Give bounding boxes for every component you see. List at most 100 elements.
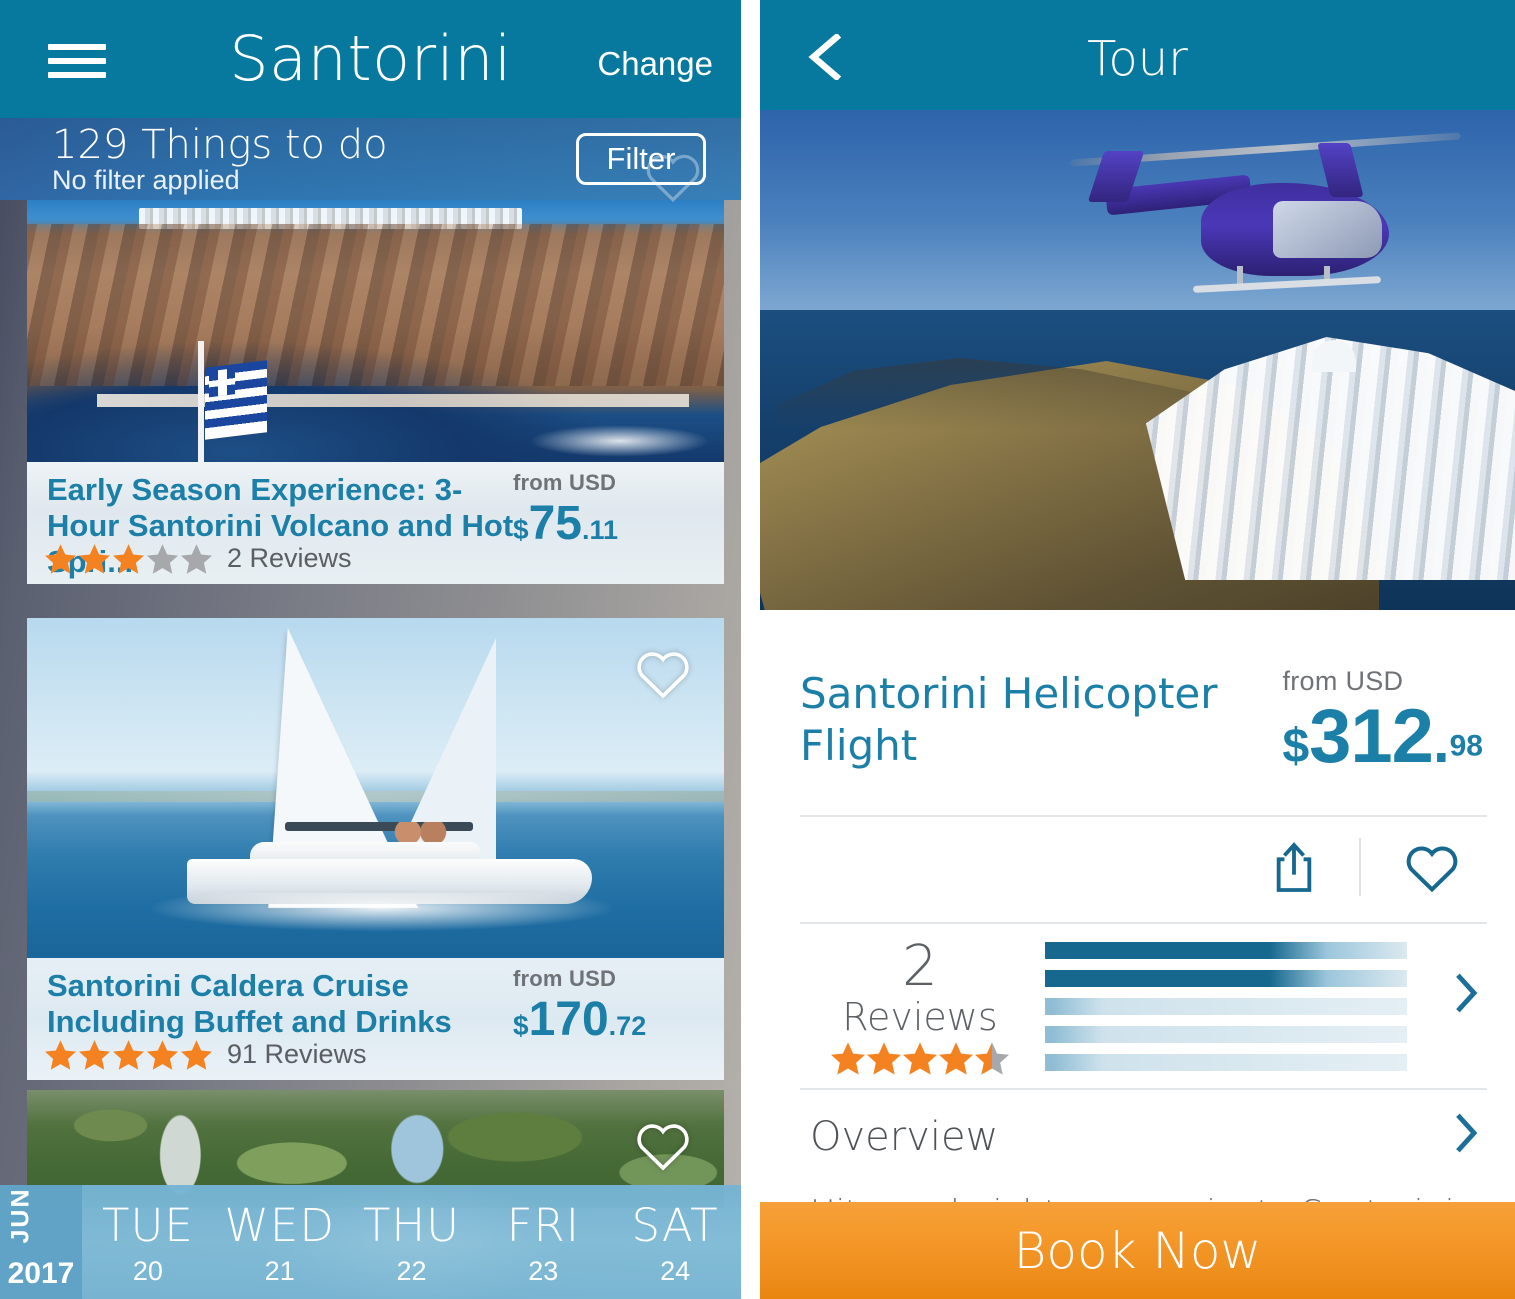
product-currency: $	[1282, 720, 1310, 773]
heart-outline-icon[interactable]	[634, 646, 692, 700]
reviews-summary-row[interactable]: 2 Reviews	[800, 922, 1487, 1075]
card-price-cents: .72	[608, 1011, 647, 1041]
product-price-amount: 312	[1309, 694, 1434, 779]
month-year-column: JUN 2017	[0, 1185, 82, 1299]
share-icon[interactable]	[1271, 840, 1317, 894]
rating-bar	[1045, 970, 1407, 987]
product-price-dot: .	[1432, 708, 1450, 775]
overview-label: Overview	[810, 1114, 999, 1160]
star-icon	[831, 1042, 865, 1075]
product-price-cents: 98	[1449, 729, 1483, 763]
book-now-label: Book Now	[1013, 1221, 1262, 1280]
things-to-do-subbar: 129 Things to do No filter applied Filte…	[0, 118, 741, 203]
card-price: from USD $170.72	[513, 966, 708, 1044]
rating-bar	[1045, 1026, 1407, 1043]
card-price: from USD $75.11	[513, 470, 708, 548]
tour-header-bar: Tour	[760, 0, 1515, 110]
card-info: Santorini Caldera Cruise Including Buffe…	[27, 958, 724, 1080]
change-destination-button[interactable]: Change	[597, 45, 713, 83]
product-title: Santorini Helicopter Flight	[800, 669, 1218, 770]
star-icon	[181, 1039, 212, 1070]
day-name: SAT	[631, 1199, 719, 1252]
star-icon	[79, 1039, 110, 1070]
card-price-cents: .11	[581, 515, 619, 545]
star-half-icon	[975, 1042, 1009, 1075]
list-item[interactable]: Santorini Caldera Cruise Including Buffe…	[27, 618, 724, 1080]
app-screenshot: Santorini Change 129 Things to do No fil…	[0, 0, 1515, 1299]
star-icon	[45, 543, 76, 574]
left-panel-things-to-do: Santorini Change 129 Things to do No fil…	[0, 0, 741, 1299]
filter-button[interactable]: Filter	[576, 133, 706, 185]
things-to-do-count: 129 Things to do	[52, 122, 388, 168]
day-item-thu[interactable]: THU 22	[346, 1185, 478, 1299]
filter-status-label: No filter applied	[52, 165, 240, 195]
star-icon	[181, 543, 212, 574]
day-item-wed[interactable]: WED 21	[214, 1185, 346, 1299]
helicopter-graphic	[1070, 132, 1462, 300]
book-now-button[interactable]: Book Now	[760, 1202, 1515, 1299]
rating-bar	[1045, 1054, 1407, 1071]
chevron-right-icon[interactable]	[1453, 1112, 1479, 1154]
card-image	[27, 200, 724, 462]
tour-detail-body: Santorini Helicopter Flight from USD $31…	[760, 610, 1515, 1299]
reviews-rating-stars	[810, 1042, 1030, 1075]
star-icon	[113, 543, 144, 574]
reviews-label: Reviews	[842, 995, 998, 1039]
star-icon	[79, 543, 110, 574]
things-to-do-list[interactable]: Early Season Experience: 3-Hour Santorin…	[0, 200, 741, 1299]
card-info: Early Season Experience: 3-Hour Santorin…	[27, 462, 724, 584]
day-name: TUE	[101, 1199, 194, 1252]
tour-hero-image	[760, 110, 1515, 610]
star-icon	[903, 1042, 937, 1075]
star-icon	[113, 1039, 144, 1070]
year-label: 2017	[7, 1257, 75, 1290]
day-number: 23	[528, 1256, 559, 1286]
rating-distribution-bars	[1045, 942, 1407, 1082]
reviews-count: 2	[902, 934, 938, 999]
day-item-fri[interactable]: FRI 23	[477, 1185, 609, 1299]
star-icon	[939, 1042, 973, 1075]
date-selector-strip[interactable]: JUN 2017 TUE 20 WED 21 THU 22 FRI 23 SAT…	[0, 1185, 741, 1299]
card-review-count: 2 Reviews	[227, 543, 352, 573]
day-list[interactable]: TUE 20 WED 21 THU 22 FRI 23 SAT 24	[82, 1185, 741, 1299]
star-icon	[45, 1039, 76, 1070]
left-header-bar: Santorini Change	[0, 0, 741, 118]
card-image	[27, 618, 724, 958]
star-icon	[867, 1042, 901, 1075]
product-price: from USD $312.98	[1282, 666, 1483, 775]
card-review-count: 91 Reviews	[227, 1039, 367, 1069]
day-item-sat[interactable]: SAT 24	[609, 1185, 741, 1299]
right-panel-tour-detail: Tour Santorini Helicopter Flight from US…	[760, 0, 1515, 1299]
day-name: WED	[224, 1199, 335, 1252]
rating-stars: 91 Reviews	[45, 1039, 367, 1070]
card-price-amount: 75	[528, 497, 582, 550]
filter-button-label: Filter	[606, 141, 676, 176]
card-price-amount: 170	[528, 993, 609, 1046]
action-divider	[1359, 838, 1361, 896]
day-name: FRI	[506, 1199, 580, 1252]
day-number: 20	[132, 1256, 163, 1286]
day-item-tue[interactable]: TUE 20	[82, 1185, 214, 1299]
product-from-label: from USD	[1282, 666, 1404, 696]
card-from-label: from USD	[513, 966, 617, 991]
card-title: Santorini Caldera Cruise Including Buffe…	[47, 968, 452, 1039]
day-number: 24	[660, 1256, 691, 1286]
overview-row[interactable]: Overview	[800, 1088, 1487, 1186]
day-number: 22	[396, 1256, 427, 1286]
rating-stars: 2 Reviews	[45, 543, 352, 574]
list-item[interactable]: Early Season Experience: 3-Hour Santorin…	[27, 200, 724, 584]
day-number: 21	[264, 1256, 295, 1286]
star-icon	[147, 1039, 178, 1070]
reviews-count-block: 2 Reviews	[810, 938, 1030, 1075]
action-row	[800, 815, 1487, 917]
card-from-label: from USD	[513, 470, 617, 495]
heart-outline-icon[interactable]	[1403, 841, 1461, 893]
rating-bar	[1045, 942, 1407, 959]
day-name: THU	[362, 1199, 461, 1252]
month-label: JUN	[6, 1187, 35, 1244]
chevron-right-icon[interactable]	[1453, 972, 1479, 1014]
star-icon	[147, 543, 178, 574]
heart-outline-icon[interactable]	[634, 1118, 692, 1172]
card-currency: $	[513, 514, 529, 545]
tour-page-title: Tour	[1087, 31, 1188, 87]
